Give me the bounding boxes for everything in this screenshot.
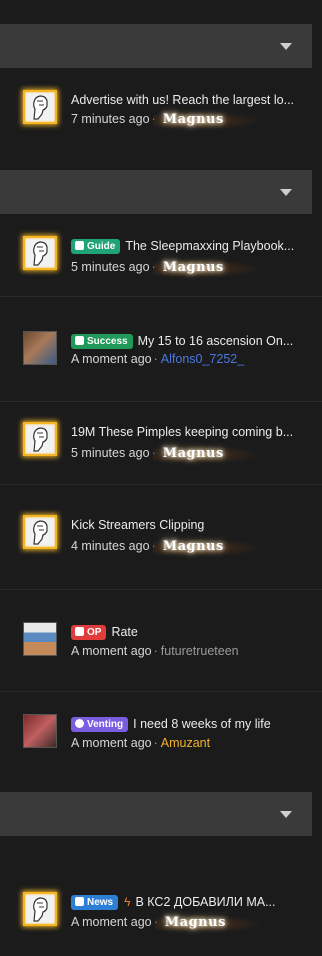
chevron-down-icon[interactable] xyxy=(280,43,292,50)
list-item[interactable]: OP Rate A moment ago · futuretrueteen xyxy=(0,590,322,691)
bolt-icon: ϟ xyxy=(124,895,131,909)
thread-meta: A moment ago · futuretrueteen xyxy=(71,644,239,658)
thread-author[interactable]: Alfons0_7252_ xyxy=(161,352,244,366)
prefix-badge-venting[interactable]: Venting xyxy=(71,717,129,732)
face-icon xyxy=(75,719,84,728)
thread-author[interactable]: Magnus xyxy=(152,446,258,462)
prefix-badge-news[interactable]: News xyxy=(71,895,119,910)
list-item[interactable]: 19M These Pimples keeping coming b... 5 … xyxy=(0,402,322,484)
user-icon xyxy=(75,627,84,636)
list-item[interactable]: Advertise with us! Reach the largest lo.… xyxy=(0,70,322,170)
chevron-down-icon[interactable] xyxy=(280,811,292,818)
moai-avatar[interactable] xyxy=(23,236,57,270)
thread-author[interactable]: Magnus xyxy=(152,260,258,276)
book-icon xyxy=(75,241,84,250)
meme-avatar[interactable] xyxy=(23,622,57,656)
thread-meta: A moment ago·Magnus xyxy=(71,914,260,931)
thread-title[interactable]: 19M These Pimples keeping coming b... xyxy=(71,424,304,440)
list-item[interactable]: NewsϟВ КС2 ДОБАВИЛИ МА... A moment ago·M… xyxy=(0,836,322,956)
prefix-badge-op[interactable]: OP xyxy=(71,625,107,640)
thread-meta: 5 minutes ago·Magnus xyxy=(71,445,258,462)
thread-author[interactable]: Amuzant xyxy=(161,736,210,750)
moai-avatar[interactable] xyxy=(23,422,57,456)
prefix-badge-guide[interactable]: Guide xyxy=(71,239,121,254)
moai-avatar[interactable] xyxy=(23,515,57,549)
thread-meta: A moment ago · Amuzant xyxy=(71,736,211,750)
thread-author[interactable]: Magnus xyxy=(152,539,258,555)
thread-author[interactable]: futuretrueteen xyxy=(161,644,239,658)
section-header-2[interactable] xyxy=(0,170,312,214)
list-item[interactable]: Guide The Sleepmaxxing Playbook... 5 minu… xyxy=(0,214,322,296)
thread-title[interactable]: Venting I need 8 weeks of my life xyxy=(71,716,304,732)
thread-title[interactable]: OP Rate xyxy=(71,624,304,640)
moai-avatar[interactable] xyxy=(23,892,57,926)
section-header-3[interactable] xyxy=(0,792,312,836)
thread-title[interactable]: News ϟ В КС2 ДОБАВИЛИ МА... xyxy=(71,894,304,910)
section-header-1[interactable] xyxy=(0,24,312,68)
thread-author[interactable]: Magnus xyxy=(152,112,258,128)
thread-author[interactable]: Magnus xyxy=(154,915,260,931)
thread-title[interactable]: Kick Streamers Clipping xyxy=(71,517,304,533)
thread-meta: 4 minutes ago·Magnus xyxy=(71,538,258,555)
thread-time: 7 minutes ago xyxy=(71,112,150,126)
thread-title[interactable]: Guide The Sleepmaxxing Playbook... xyxy=(71,238,304,254)
thread-title[interactable]: Advertise with us! Reach the largest lo.… xyxy=(71,92,304,108)
list-item[interactable]: Kick Streamers Clipping 4 minutes ago·Ma… xyxy=(0,485,322,589)
thread-meta: A moment ago · Alfons0_7252_ xyxy=(71,352,245,366)
chevron-down-icon[interactable] xyxy=(280,189,292,196)
newspaper-icon xyxy=(75,897,84,906)
photo-avatar[interactable] xyxy=(23,331,57,365)
photo-avatar[interactable] xyxy=(23,714,57,748)
thumbs-up-icon xyxy=(75,336,84,345)
thread-title[interactable]: Success My 15 to 16 ascension On... xyxy=(71,333,304,349)
moai-avatar[interactable] xyxy=(23,90,57,124)
list-item[interactable]: Venting I need 8 weeks of my life A momen… xyxy=(0,692,322,792)
list-item[interactable]: Success My 15 to 16 ascension On... A mom… xyxy=(0,297,322,401)
prefix-badge-success[interactable]: Success xyxy=(71,334,133,349)
thread-meta: 5 minutes ago·Magnus xyxy=(71,259,258,276)
thread-meta: 7 minutes ago·Magnus xyxy=(71,111,258,128)
